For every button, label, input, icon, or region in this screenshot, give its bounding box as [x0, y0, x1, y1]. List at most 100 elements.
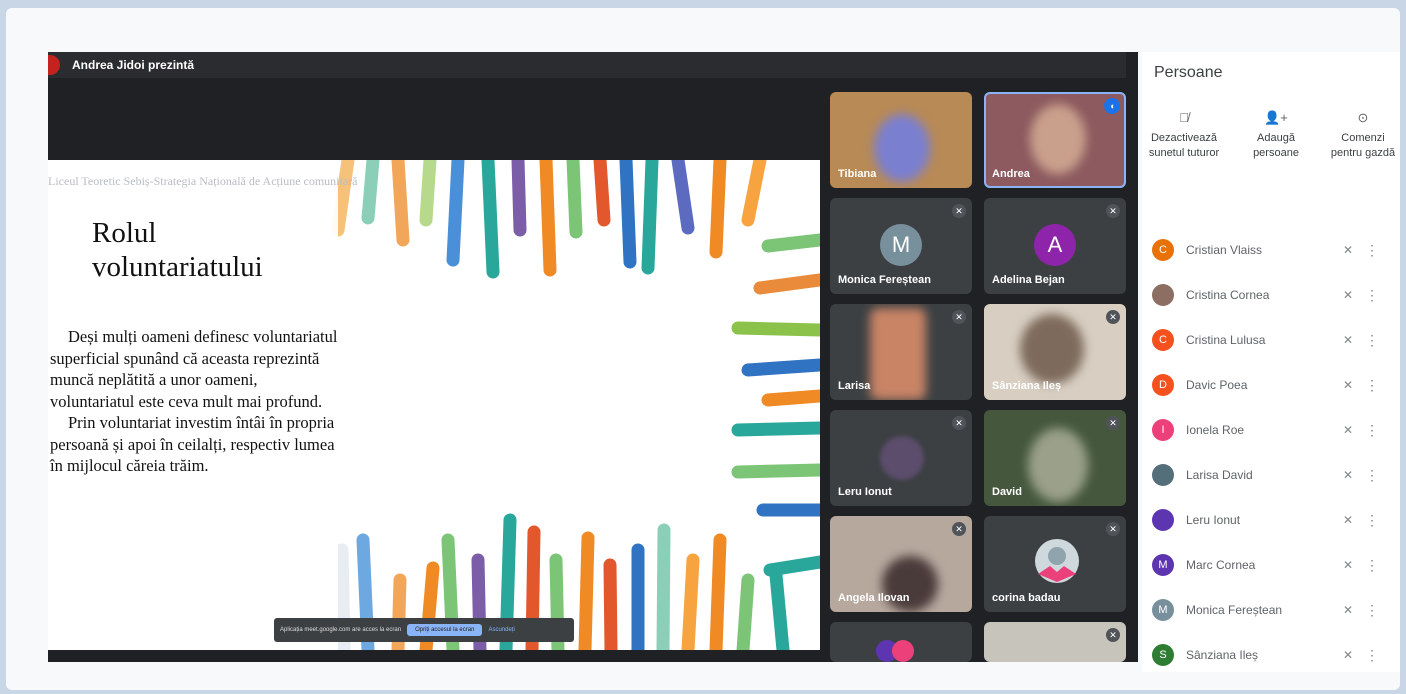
participant-video: [1030, 104, 1086, 174]
add-person-icon: 👤+: [1264, 110, 1288, 125]
list-item[interactable]: C Cristian Vlaiss ✕ ⋮: [1152, 236, 1392, 264]
person-name: Ionela Roe: [1186, 423, 1245, 437]
more-options-icon[interactable]: ⋮: [1360, 647, 1384, 664]
person-name: Leru Ionut: [1186, 513, 1241, 527]
slide-header: Liceul Teoretic Sebiș-Strategia Național…: [48, 174, 358, 188]
meet-main-area: Andrea Jidoi prezintă Liceul Teoretic Se…: [48, 52, 1138, 662]
more-options-icon[interactable]: ⋮: [1360, 557, 1384, 574]
list-item[interactable]: M Monica Fereștean ✕ ⋮: [1152, 596, 1392, 624]
participant-tile[interactable]: [830, 622, 972, 662]
avatar: [892, 640, 914, 662]
list-item[interactable]: M Marc Cornea ✕ ⋮: [1152, 551, 1392, 579]
participant-tile[interactable]: ✕: [984, 622, 1126, 662]
slide-paragraph: Deși mulți oameni definesc voluntariatul…: [50, 327, 338, 411]
mic-off-icon[interactable]: ✕: [1336, 243, 1360, 257]
avatar: I: [1152, 419, 1174, 441]
presented-slide: Liceul Teoretic Sebiș-Strategia Național…: [48, 160, 820, 650]
participant-name: Angela Ilovan: [838, 592, 910, 604]
participant-tile[interactable]: ✕ Angela Ilovan: [830, 516, 972, 612]
toggle-icon: ⊙: [1357, 110, 1369, 125]
participant-tile[interactable]: ✕ Larisa: [830, 304, 972, 400]
avatar: [1152, 464, 1174, 486]
participant-name: Sânziana Ileș: [992, 380, 1062, 392]
participant-name: Leru Ionut: [838, 486, 892, 498]
person-name: Cristina Cornea: [1186, 288, 1270, 302]
list-item[interactable]: Leru Ionut ✕ ⋮: [1152, 506, 1392, 534]
participant-video: [874, 114, 930, 182]
avatar: M: [880, 224, 922, 266]
mic-off-icon[interactable]: ✕: [1336, 333, 1360, 347]
participant-name: David: [992, 486, 1022, 498]
participant-tile[interactable]: ✕ corina badau: [984, 516, 1126, 612]
panel-title: Persoane: [1154, 64, 1223, 81]
action-label: Adaugă persoane: [1253, 132, 1299, 159]
avatar: [1152, 509, 1174, 531]
mic-off-icon: 🎙̸: [1179, 110, 1189, 125]
participant-tile[interactable]: ✕ Leru Ionut: [830, 410, 972, 506]
participant-tile[interactable]: ◖ Andrea: [984, 92, 1126, 188]
participant-tile[interactable]: ✕ M Monica Fereștean: [830, 198, 972, 294]
more-options-icon[interactable]: ⋮: [1360, 467, 1384, 484]
person-name: Davic Poea: [1186, 378, 1248, 392]
avatar: [1035, 539, 1079, 583]
list-item[interactable]: S Sânziana Ileș ✕ ⋮: [1152, 641, 1392, 669]
action-label: Dezactivează sunetul tuturor: [1148, 132, 1220, 159]
slide-body: Deși mulți oameni definesc voluntariatul…: [50, 326, 342, 477]
more-options-icon[interactable]: ⋮: [1360, 287, 1384, 304]
mic-off-icon: ✕: [1106, 204, 1120, 218]
mic-off-icon: ✕: [952, 416, 966, 430]
mic-off-icon: ✕: [952, 310, 966, 324]
participant-tile[interactable]: ✕ David: [984, 410, 1126, 506]
participant-name: Adelina Bejan: [992, 274, 1065, 286]
more-options-icon[interactable]: ⋮: [1360, 377, 1384, 394]
participant-tile[interactable]: ✕ Sânziana Ileș: [984, 304, 1126, 400]
participant-video: [1028, 428, 1088, 502]
participant-tile[interactable]: Tibiana: [830, 92, 972, 188]
avatar: S: [1152, 644, 1174, 666]
person-name: Cristian Vlaiss: [1186, 243, 1263, 257]
speaking-indicator-icon: ◖: [1104, 98, 1120, 114]
participant-name: corina badau: [992, 592, 1061, 604]
mic-off-icon[interactable]: ✕: [1336, 558, 1360, 572]
stop-sharing-button[interactable]: Opriți accesul la ecran: [407, 624, 483, 636]
more-options-icon[interactable]: ⋮: [1360, 422, 1384, 439]
mute-all-button[interactable]: 🎙̸ Dezactivează sunetul tuturor: [1142, 110, 1226, 161]
participant-video: [1020, 314, 1084, 384]
mic-off-icon: ✕: [1106, 416, 1120, 430]
presenter-text: Andrea Jidoi prezintă: [72, 58, 195, 72]
mic-off-icon[interactable]: ✕: [1336, 603, 1360, 617]
avatar: M: [1152, 599, 1174, 621]
list-item[interactable]: C Cristina Lulusa ✕ ⋮: [1152, 326, 1392, 354]
list-item[interactable]: I Ionela Roe ✕ ⋮: [1152, 416, 1392, 444]
participant-tile[interactable]: ✕ A Adelina Bejan: [984, 198, 1126, 294]
avatar: [1152, 284, 1174, 306]
host-controls-button[interactable]: ⊙ Comenzi pentru gazdă: [1326, 110, 1400, 161]
more-options-icon[interactable]: ⋮: [1360, 602, 1384, 619]
mic-off-icon: ✕: [1106, 310, 1120, 324]
share-notice-text: Aplicația meet.google.com are acces la e…: [280, 627, 402, 633]
mic-off-icon[interactable]: ✕: [1336, 288, 1360, 302]
list-item[interactable]: Cristina Cornea ✕ ⋮: [1152, 281, 1392, 309]
participant-video: [870, 308, 926, 400]
mic-off-icon[interactable]: ✕: [1336, 648, 1360, 662]
presenting-indicator-icon: [48, 55, 60, 75]
more-options-icon[interactable]: ⋮: [1360, 332, 1384, 349]
avatar: C: [1152, 329, 1174, 351]
action-label: Comenzi pentru gazdă: [1330, 132, 1396, 159]
add-people-button[interactable]: 👤+ Adaugă persoane: [1234, 110, 1318, 161]
hide-notice-link[interactable]: Ascundeți: [488, 627, 514, 633]
mic-off-icon[interactable]: ✕: [1336, 513, 1360, 527]
list-item[interactable]: D Davic Poea ✕ ⋮: [1152, 371, 1392, 399]
mic-off-icon[interactable]: ✕: [1336, 378, 1360, 392]
mic-off-icon[interactable]: ✕: [1336, 423, 1360, 437]
more-options-icon[interactable]: ⋮: [1360, 242, 1384, 259]
screen-share-notice: Aplicația meet.google.com are acces la e…: [274, 618, 574, 642]
avatar: C: [1152, 239, 1174, 261]
more-options-icon[interactable]: ⋮: [1360, 512, 1384, 529]
list-item[interactable]: Larisa David ✕ ⋮: [1152, 461, 1392, 489]
mic-off-icon[interactable]: ✕: [1336, 468, 1360, 482]
person-name: Sânziana Ileș: [1186, 648, 1259, 662]
presenter-bar: Andrea Jidoi prezintă: [48, 52, 1126, 78]
person-name: Cristina Lulusa: [1186, 333, 1266, 347]
slide-paragraph: Prin voluntariat investim întâi în propr…: [50, 413, 335, 475]
